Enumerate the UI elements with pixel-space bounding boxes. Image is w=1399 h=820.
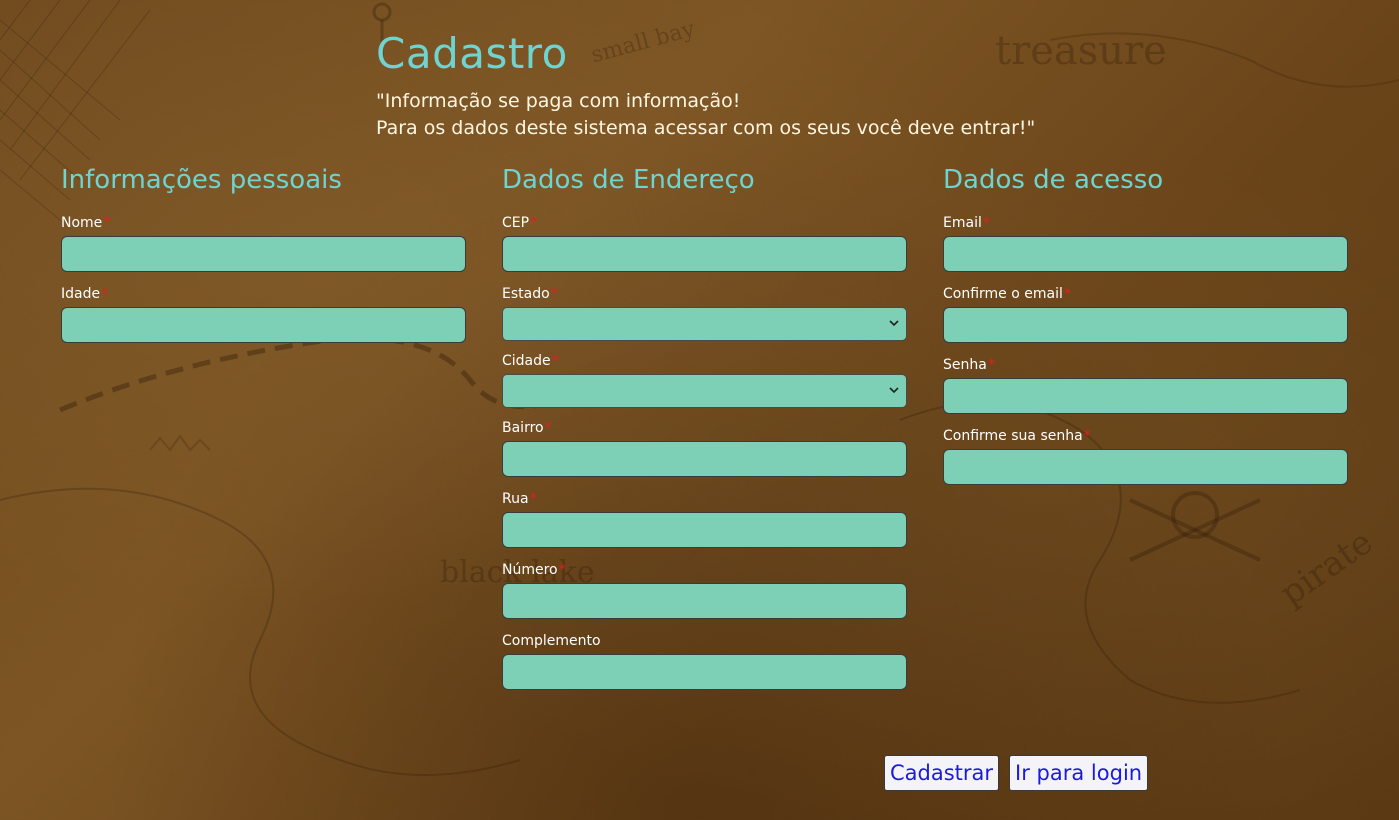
- street-label: Rua: [502, 491, 529, 507]
- age-input[interactable]: [61, 307, 466, 343]
- state-label: Estado: [502, 286, 550, 302]
- required-marker: *: [558, 562, 566, 578]
- state-field-group: Estado*: [502, 285, 908, 341]
- password-confirm-input[interactable]: [943, 449, 1348, 485]
- email-label-row: Email*: [943, 214, 1349, 234]
- age-field-group: Idade*: [61, 285, 467, 343]
- required-marker: *: [1083, 428, 1091, 444]
- complement-field-group: Complemento: [502, 632, 908, 690]
- quote-line-1: "Informação se paga com informação!: [376, 90, 741, 112]
- cep-field-group: CEP*: [502, 214, 908, 272]
- cep-label: CEP: [502, 215, 530, 231]
- name-field-group: Nome*: [61, 214, 467, 272]
- password-field-group: Senha*: [943, 356, 1349, 414]
- password-confirm-field-group: Confirme sua senha*: [943, 427, 1349, 485]
- email-input[interactable]: [943, 236, 1348, 272]
- personal-info-section: Informações pessoais Nome* Idade*: [61, 162, 467, 356]
- complement-input[interactable]: [502, 654, 907, 690]
- page-quote: "Informação se paga com informação! Para…: [376, 88, 1035, 142]
- password-confirm-label-row: Confirme sua senha*: [943, 427, 1349, 447]
- page-header: Cadastro "Informação se paga com informa…: [376, 26, 1035, 142]
- go-to-login-button[interactable]: Ir para login: [1009, 755, 1149, 791]
- email-field-group: Email*: [943, 214, 1349, 272]
- section-title-personal: Informações pessoais: [61, 165, 342, 195]
- form-actions: Cadastrar Ir para login: [884, 755, 1149, 791]
- number-label-row: Número*: [502, 561, 908, 581]
- name-label-row: Nome*: [61, 214, 467, 234]
- section-title-access: Dados de acesso: [943, 165, 1164, 195]
- number-input[interactable]: [502, 583, 907, 619]
- chevron-down-icon: [889, 320, 899, 327]
- section-title-address: Dados de Endereço: [502, 165, 755, 195]
- address-section: Dados de Endereço CEP* Estado* Cidade* B…: [502, 162, 908, 703]
- number-label: Número: [502, 562, 558, 578]
- state-label-row: Estado*: [502, 285, 908, 305]
- city-label-row: Cidade*: [502, 352, 908, 372]
- street-field-group: Rua*: [502, 490, 908, 548]
- password-confirm-label: Confirme sua senha: [943, 428, 1083, 444]
- age-label: Idade: [61, 286, 101, 302]
- cep-input[interactable]: [502, 236, 907, 272]
- required-marker: *: [550, 286, 558, 302]
- required-marker: *: [551, 353, 559, 369]
- neighborhood-label-row: Bairro*: [502, 419, 908, 439]
- number-field-group: Número*: [502, 561, 908, 619]
- page-title: Cadastro: [376, 29, 568, 78]
- required-marker: *: [987, 357, 995, 373]
- access-section: Dados de acesso Email* Confirme o email*…: [943, 162, 1349, 498]
- required-marker: *: [529, 491, 537, 507]
- cep-label-row: CEP*: [502, 214, 908, 234]
- required-marker: *: [101, 286, 109, 302]
- required-marker: *: [1063, 286, 1071, 302]
- register-button[interactable]: Cadastrar: [884, 755, 1000, 791]
- password-label: Senha: [943, 357, 987, 373]
- email-confirm-label: Confirme o email: [943, 286, 1063, 302]
- email-label: Email: [943, 215, 982, 231]
- city-field-group: Cidade*: [502, 352, 908, 408]
- name-label: Nome: [61, 215, 103, 231]
- email-confirm-label-row: Confirme o email*: [943, 285, 1349, 305]
- required-marker: *: [982, 215, 990, 231]
- quote-line-2: Para os dados deste sistema acessar com …: [376, 117, 1036, 139]
- password-input[interactable]: [943, 378, 1348, 414]
- state-select[interactable]: [502, 307, 907, 341]
- email-confirm-input[interactable]: [943, 307, 1348, 343]
- neighborhood-label: Bairro: [502, 420, 544, 436]
- complement-label: Complemento: [502, 633, 601, 649]
- neighborhood-field-group: Bairro*: [502, 419, 908, 477]
- city-label: Cidade: [502, 353, 551, 369]
- email-confirm-field-group: Confirme o email*: [943, 285, 1349, 343]
- name-input[interactable]: [61, 236, 466, 272]
- required-marker: *: [544, 420, 552, 436]
- required-marker: *: [103, 215, 111, 231]
- chevron-down-icon: [889, 387, 899, 394]
- password-label-row: Senha*: [943, 356, 1349, 376]
- street-label-row: Rua*: [502, 490, 908, 510]
- complement-label-row: Complemento: [502, 632, 908, 652]
- neighborhood-input[interactable]: [502, 441, 907, 477]
- street-input[interactable]: [502, 512, 907, 548]
- city-select[interactable]: [502, 374, 907, 408]
- map-label-pirate: pirate: [1272, 522, 1381, 614]
- required-marker: *: [530, 215, 538, 231]
- age-label-row: Idade*: [61, 285, 467, 305]
